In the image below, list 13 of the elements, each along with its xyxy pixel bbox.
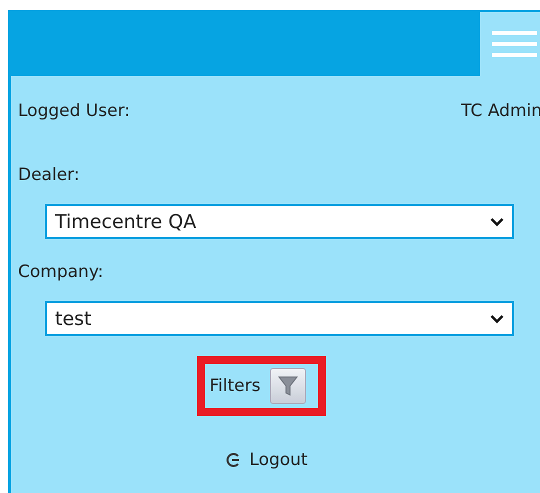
dropdown-field[interactable]: test: [45, 301, 514, 336]
field-label: Dealer:: [18, 165, 80, 185]
dropdown-field[interactable]: Timecentre QA: [45, 204, 514, 239]
filter-button[interactable]: [270, 368, 306, 404]
field-label: Company:: [18, 262, 104, 282]
logout-icon: [225, 452, 242, 468]
logged-user-label: Logged User:: [18, 101, 130, 121]
filter-icon: [278, 375, 298, 397]
chevron-icon: [490, 314, 504, 324]
logout-link[interactable]: Logout: [225, 450, 308, 470]
filters-label: Filters: [210, 376, 260, 396]
menu-icon: [492, 28, 537, 60]
chevron-icon: [490, 216, 504, 226]
